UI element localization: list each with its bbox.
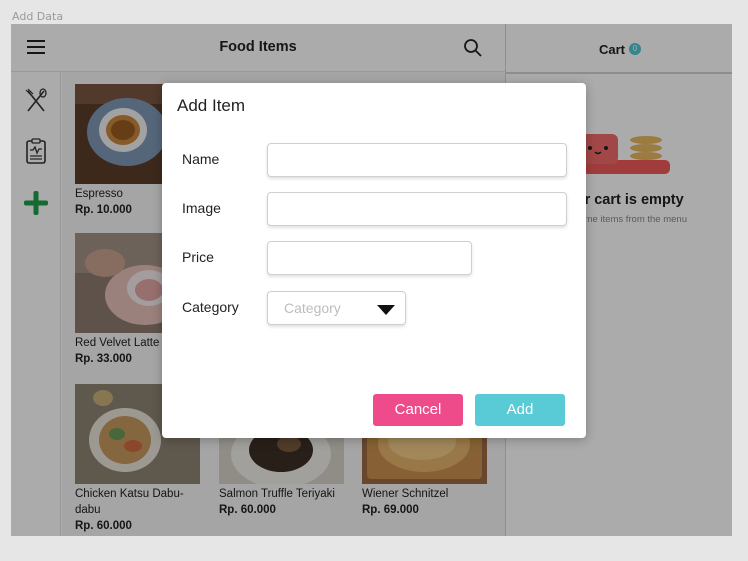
dropdown-arrow-icon — [377, 305, 395, 315]
name-input[interactable] — [267, 143, 567, 177]
frame-label: Add Data — [12, 10, 64, 23]
price-input[interactable] — [267, 241, 472, 275]
add-button[interactable]: Add — [475, 394, 565, 426]
category-select[interactable]: Category — [267, 291, 406, 325]
add-item-dialog: Add Item Name Image Price Category Categ… — [162, 83, 586, 438]
dialog-title: Add Item — [177, 96, 246, 115]
category-label: Category — [182, 299, 239, 315]
image-input[interactable] — [267, 192, 567, 226]
name-label: Name — [182, 151, 220, 167]
category-placeholder: Category — [284, 300, 341, 316]
price-label: Price — [182, 249, 214, 265]
image-label: Image — [182, 200, 221, 216]
cancel-button[interactable]: Cancel — [373, 394, 463, 426]
